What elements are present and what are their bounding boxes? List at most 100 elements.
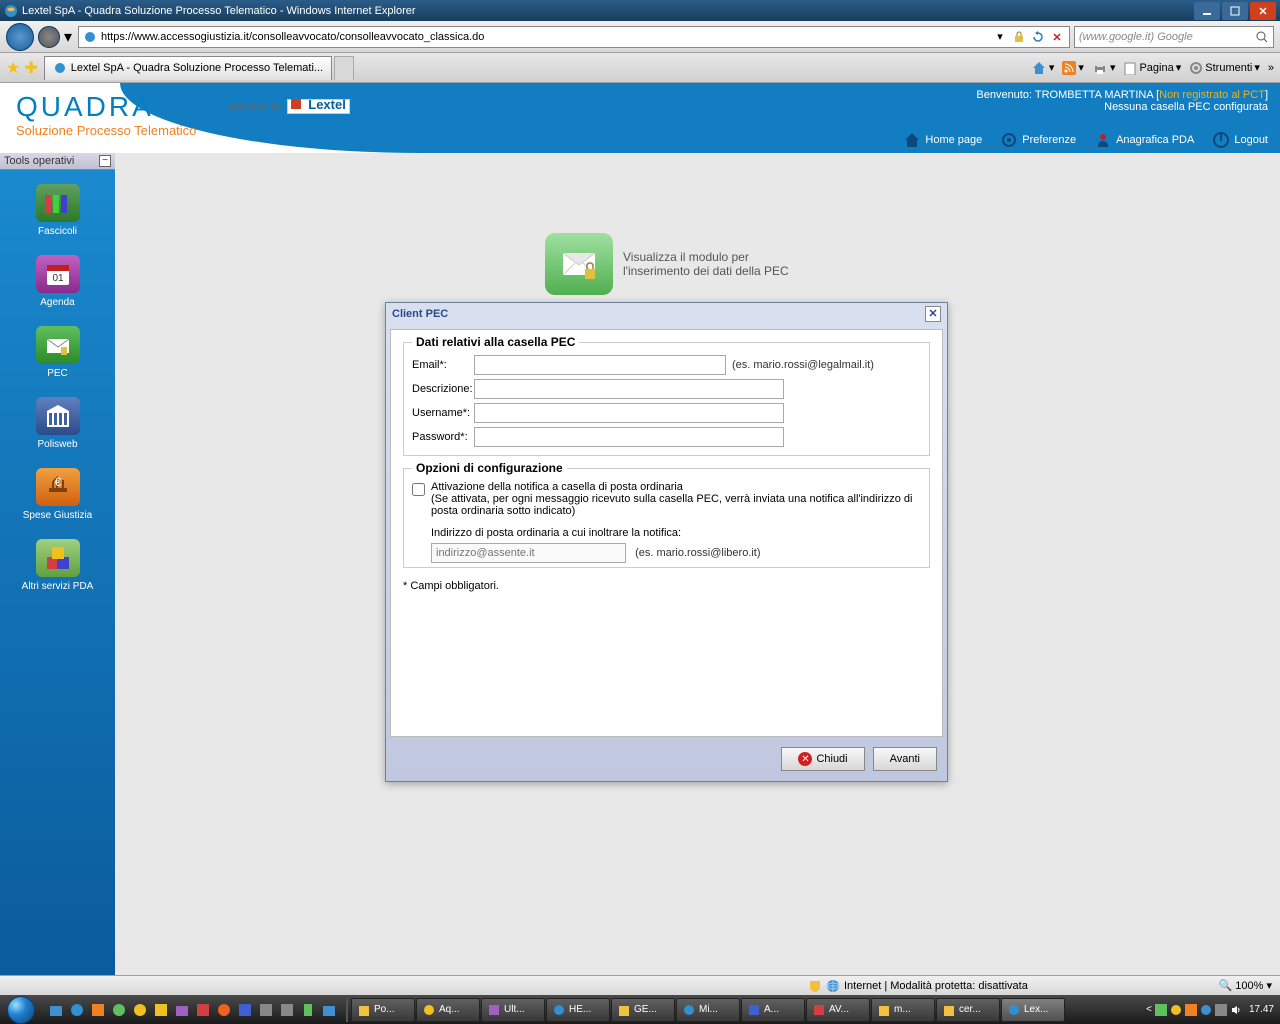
internet-zone-icon[interactable] — [826, 979, 840, 993]
task-item[interactable]: Ult... — [481, 998, 545, 1022]
ql-app10[interactable] — [235, 999, 255, 1021]
task-item[interactable]: HE... — [546, 998, 610, 1022]
back-button[interactable] — [6, 23, 34, 51]
nav-home[interactable]: Home page — [903, 131, 982, 149]
forward-button[interactable] — [38, 26, 60, 48]
pec-hint[interactable]: Visualizza il modulo per l'inserimento d… — [545, 233, 803, 295]
sidebar-item-spese[interactable]: € Spese Giustizia — [0, 468, 115, 521]
ql-ie[interactable] — [67, 999, 87, 1021]
task-item[interactable]: cer... — [936, 998, 1000, 1022]
tray-icon[interactable] — [1185, 1004, 1197, 1016]
forward-email-field[interactable] — [431, 543, 626, 563]
sidebar-item-altri[interactable]: Altri servizi PDA — [0, 539, 115, 592]
new-tab-button[interactable] — [334, 56, 354, 80]
task-item[interactable]: GE... — [611, 998, 675, 1022]
ql-app8[interactable] — [193, 999, 213, 1021]
ql-app3[interactable] — [88, 999, 108, 1021]
ql-outlook[interactable] — [151, 999, 171, 1021]
ql-app4[interactable] — [109, 999, 129, 1021]
app-header: QUADRA Soluzione Processo Telematico pow… — [0, 83, 1280, 153]
ql-app14[interactable] — [319, 999, 339, 1021]
toolbar-chevron-icon[interactable]: » — [1268, 62, 1274, 74]
print-icon[interactable]: ▾ — [1092, 60, 1116, 76]
task-item[interactable]: AV... — [806, 998, 870, 1022]
stop-icon[interactable] — [1049, 29, 1065, 45]
task-item[interactable]: m... — [871, 998, 935, 1022]
dialog-close-button[interactable]: ✕ — [925, 306, 941, 322]
description-field[interactable] — [474, 379, 784, 399]
sidebar-header[interactable]: Tools operativi − — [0, 153, 115, 170]
tray-icon[interactable] — [1215, 1004, 1227, 1016]
ql-app5[interactable] — [130, 999, 150, 1021]
lock-icon: ▾ — [992, 29, 1008, 45]
brand-title: QUADRA — [16, 91, 196, 123]
browser-navbar: ▾ https://www.accessogiustizia.it/consol… — [0, 21, 1280, 53]
chiudi-button[interactable]: ✕Chiudi — [781, 747, 864, 771]
page-menu[interactable]: Pagina ▾ — [1123, 61, 1181, 75]
start-button[interactable] — [0, 995, 42, 1024]
volume-icon[interactable] — [1230, 1004, 1242, 1016]
avanti-button[interactable]: Avanti — [873, 747, 937, 771]
clock[interactable]: 17.47 — [1249, 1004, 1274, 1015]
sidebar-item-polisweb[interactable]: Polisweb — [0, 397, 115, 450]
ql-app12[interactable] — [277, 999, 297, 1021]
ql-firefox[interactable] — [214, 999, 234, 1021]
envelope-lock-icon — [545, 233, 613, 295]
security-icon[interactable] — [1011, 29, 1027, 45]
window-titlebar: Lextel SpA - Quadra Soluzione Processo T… — [0, 0, 1280, 21]
sidebar-item-pec[interactable]: PEC — [0, 326, 115, 379]
tray-icon[interactable] — [1170, 1004, 1182, 1016]
tray-expand-icon[interactable]: < — [1146, 1004, 1152, 1015]
fieldset-options-legend: Opzioni di configurazione — [412, 461, 567, 475]
address-bar[interactable]: https://www.accessogiustizia.it/consolle… — [78, 26, 1070, 48]
tray-icon[interactable] — [1155, 1004, 1167, 1016]
notify-checkbox[interactable] — [412, 483, 425, 496]
collapse-icon[interactable]: − — [99, 155, 111, 167]
zoom-level[interactable]: 🔍 100% ▾ — [1219, 979, 1272, 992]
label-email: Email*: — [412, 359, 474, 371]
window-title: Lextel SpA - Quadra Soluzione Processo T… — [22, 5, 416, 17]
fieldset-pec-legend: Dati relativi alla casella PEC — [412, 335, 579, 349]
checkbox-description: (Se attivata, per ogni messaggio ricevut… — [431, 493, 921, 517]
task-item[interactable]: A... — [741, 998, 805, 1022]
window-close-button[interactable] — [1250, 2, 1276, 20]
add-favorite-icon[interactable]: ✚ — [24, 58, 37, 78]
username-field[interactable] — [474, 403, 784, 423]
search-icon[interactable] — [1255, 30, 1269, 44]
tray-icon[interactable] — [1200, 1004, 1212, 1016]
svg-text:01: 01 — [52, 273, 64, 284]
minimize-button[interactable] — [1194, 2, 1220, 20]
sidebar: Tools operativi − Fascicoli 01 Agenda PE… — [0, 153, 115, 995]
nav-dropdown-icon[interactable]: ▾ — [64, 27, 74, 47]
home-icon[interactable]: ▾ — [1031, 60, 1055, 76]
maximize-button[interactable] — [1222, 2, 1248, 20]
task-item[interactable]: Po... — [351, 998, 415, 1022]
task-item-active[interactable]: Lex... — [1001, 998, 1065, 1022]
ql-app7[interactable] — [172, 999, 192, 1021]
tools-menu[interactable]: Strumenti ▾ — [1189, 61, 1260, 75]
not-registered-link[interactable]: Non registrato al PCT — [1159, 89, 1265, 101]
password-field[interactable] — [474, 427, 784, 447]
system-tray[interactable]: < 17.47 — [1140, 1004, 1280, 1016]
powered-by-label: powered by — [230, 101, 282, 112]
nav-preferences[interactable]: Preferenze — [1000, 131, 1076, 149]
task-item[interactable]: Mi... — [676, 998, 740, 1022]
nav-logout[interactable]: Logout — [1212, 131, 1268, 149]
security-zone-icon — [808, 979, 822, 993]
label-description: Descrizione: — [412, 383, 474, 395]
favorites-icon[interactable]: ★ — [6, 58, 20, 78]
search-box[interactable]: (www.google.it) Google — [1074, 26, 1274, 48]
refresh-icon[interactable] — [1030, 29, 1046, 45]
task-item[interactable]: Aq... — [416, 998, 480, 1022]
browser-tab[interactable]: Lextel SpA - Quadra Soluzione Processo T… — [44, 56, 332, 80]
ql-app11[interactable] — [256, 999, 276, 1021]
sidebar-item-agenda[interactable]: 01 Agenda — [0, 255, 115, 308]
feed-icon[interactable]: ▾ — [1062, 61, 1084, 75]
forward-label: Indirizzo di posta ordinaria a cui inolt… — [431, 527, 921, 539]
ql-app13[interactable] — [298, 999, 318, 1021]
sidebar-item-fascicoli[interactable]: Fascicoli — [0, 184, 115, 237]
brand-subtitle: Soluzione Processo Telematico — [16, 123, 196, 138]
nav-anagrafica[interactable]: Anagrafica PDA — [1094, 131, 1194, 149]
ql-show-desktop[interactable] — [46, 999, 66, 1021]
email-field[interactable] — [474, 355, 726, 375]
